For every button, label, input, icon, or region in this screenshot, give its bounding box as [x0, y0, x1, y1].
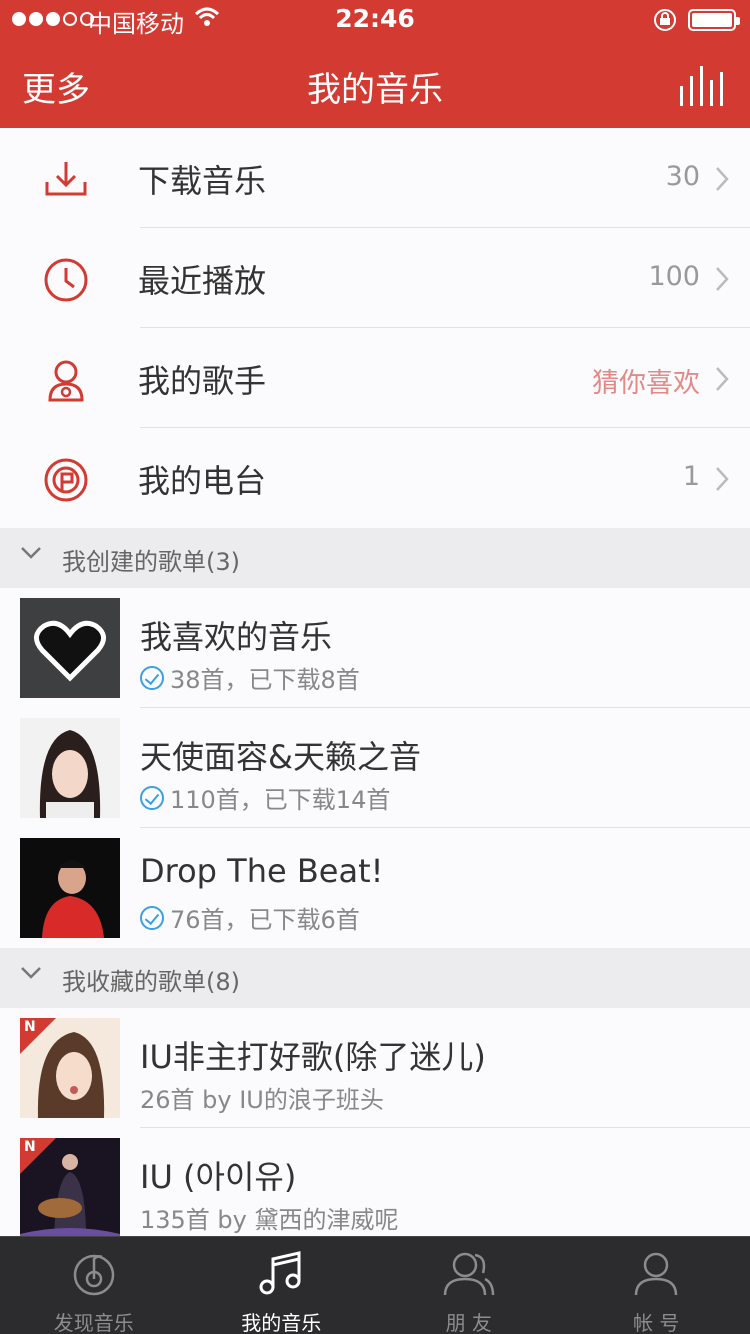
playlist-name: IU (아이유) — [140, 1158, 297, 1196]
tab-label: 发现音乐 — [53, 1311, 134, 1334]
menu-label: 最近播放 — [138, 262, 267, 300]
collected-playlists-header[interactable]: 我收藏的歌单(8) — [0, 948, 750, 1008]
heart-icon — [20, 598, 120, 698]
menu-hint: 猜你喜欢 — [592, 368, 700, 399]
my-music-menu: 下载音乐 30 最近播放 100 我的歌手 猜你喜欢 我的电台 1 — [0, 128, 750, 528]
playlist-info: 76首，已下载6首 — [140, 900, 360, 935]
singer-icon — [48, 360, 84, 402]
menu-count: 100 — [648, 261, 700, 292]
chevron-right-icon — [716, 467, 729, 491]
menu-item-radio[interactable]: 我的电台 1 — [0, 428, 750, 528]
playlist-row[interactable]: N IU (아이유) 135首 by 黛西的津威呢 — [0, 1128, 750, 1248]
downloaded-check-icon — [140, 665, 164, 690]
tab-bar: 发现音乐 我的音乐 朋 友 帐 号 — [0, 1236, 750, 1334]
created-playlists-header[interactable]: 我创建的歌单(3) — [0, 528, 750, 588]
menu-count: 1 — [682, 461, 700, 492]
playlist-cover — [20, 838, 120, 938]
clock-icon — [44, 258, 88, 302]
playlist-name: Drop The Beat! — [140, 852, 384, 890]
chevron-right-icon — [716, 167, 729, 191]
playlist-name: 天使面容&天籁之音 — [140, 738, 421, 776]
clock: 22:46 — [335, 4, 415, 33]
radio-icon — [44, 458, 88, 502]
playlist-info: 38首，已下载8首 — [140, 660, 360, 695]
menu-label: 我的歌手 — [138, 362, 267, 400]
friends-icon — [443, 1252, 494, 1296]
now-playing-icon[interactable] — [678, 64, 724, 108]
download-icon — [45, 162, 87, 196]
menu-label: 下载音乐 — [138, 162, 267, 200]
playlist-info: 110首，已下载14首 — [140, 780, 390, 815]
playlist-row[interactable]: N IU非主打好歌(除了迷儿) 26首 by IU的浪子班头 — [0, 1008, 750, 1128]
playlist-row[interactable]: 天使面容&天籁之音 110首，已下载14首 — [0, 708, 750, 828]
chevron-down-icon — [21, 547, 41, 559]
menu-label: 我的电台 — [138, 462, 267, 500]
tab-label: 帐 号 — [633, 1311, 680, 1334]
playlist-cover — [20, 718, 120, 818]
tab-label: 我的音乐 — [241, 1311, 322, 1334]
downloaded-check-icon — [140, 905, 164, 930]
playlist-name: 我喜欢的音乐 — [140, 618, 333, 656]
chevron-right-icon — [716, 367, 729, 391]
playlist-info: 26首 by IU的浪子班头 — [140, 1086, 384, 1114]
tab-account[interactable]: 帐 号 — [563, 1237, 750, 1334]
menu-item-recent[interactable]: 最近播放 100 — [0, 228, 750, 328]
account-icon — [635, 1252, 678, 1296]
playlist-cover: N — [20, 1138, 120, 1238]
chevron-right-icon — [716, 267, 729, 291]
collected-playlists: N IU非主打好歌(除了迷儿) 26首 by IU的浪子班头 N IU (아이유… — [0, 1008, 750, 1248]
playlist-row[interactable]: 我喜欢的音乐 38首，已下载8首 — [0, 588, 750, 708]
chevron-down-icon — [21, 967, 41, 979]
page-title: 我的音乐 — [307, 70, 443, 110]
discover-icon — [73, 1254, 114, 1296]
playlist-cover — [20, 598, 120, 698]
playlist-name: IU非主打好歌(除了迷儿) — [140, 1038, 486, 1076]
tab-my-music[interactable]: 我的音乐 — [188, 1237, 376, 1334]
created-playlists: 我喜欢的音乐 38首，已下载8首 天使面容&天籁之音 110首，已下载14首 D… — [0, 588, 750, 948]
playlist-cover: N — [20, 1018, 120, 1118]
section-title: 我收藏的歌单(8) — [62, 968, 240, 996]
top-bar: 中国移动 22:46 更多 我的音乐 — [0, 0, 750, 128]
rotation-lock-icon — [654, 9, 676, 31]
downloaded-check-icon — [140, 785, 164, 810]
battery-icon — [688, 9, 740, 31]
tab-friends[interactable]: 朋 友 — [375, 1237, 563, 1334]
tab-discover[interactable]: 发现音乐 — [0, 1237, 188, 1334]
status-bar: 中国移动 22:46 — [0, 0, 750, 40]
playlist-row[interactable]: Drop The Beat! 76首，已下载6首 — [0, 828, 750, 948]
playlist-info: 135首 by 黛西的津威呢 — [140, 1206, 399, 1234]
section-title: 我创建的歌单(3) — [62, 548, 240, 576]
music-note-icon — [259, 1251, 301, 1295]
menu-item-singers[interactable]: 我的歌手 猜你喜欢 — [0, 328, 750, 428]
menu-item-downloads[interactable]: 下载音乐 30 — [0, 128, 750, 228]
menu-count: 30 — [665, 161, 700, 192]
tab-label: 朋 友 — [445, 1311, 492, 1334]
